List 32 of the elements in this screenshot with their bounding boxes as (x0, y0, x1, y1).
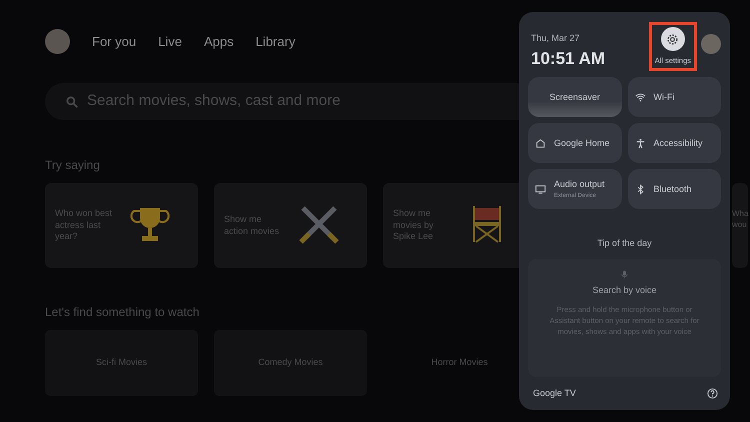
date-text: Thu, Mar 27 (531, 32, 581, 45)
settings-button[interactable] (660, 27, 685, 51)
tv-icon (535, 184, 546, 195)
quick-setting-tile[interactable]: Wi-Fi (628, 77, 721, 118)
tip-heading: Search by voice (591, 284, 658, 297)
section-title: Let's find something to watch (45, 304, 200, 321)
quick-setting-tile[interactable]: Google Home (528, 123, 622, 164)
quick-setting-tile[interactable]: Bluetooth (628, 169, 721, 210)
time-text: 10:51 AM (531, 48, 606, 70)
nav-tab[interactable]: Apps (204, 32, 234, 52)
quick-setting-tile[interactable]: Accessibility (628, 123, 721, 164)
tile-label: Audio output (554, 178, 605, 191)
quick-setting-tile[interactable]: Screensaver (528, 77, 622, 118)
search-placeholder: Search movies, shows, cast and more (87, 91, 340, 112)
nav-tab[interactable]: For you (92, 32, 136, 52)
accessibility-icon (634, 138, 646, 149)
search-icon (65, 94, 79, 108)
category-label: Comedy Movies (258, 356, 323, 370)
section-title: Try saying (45, 157, 100, 174)
brand-text: Google TV (533, 386, 576, 400)
category-label: Sci-fi Movies (96, 356, 147, 370)
home-icon (535, 138, 546, 149)
settings-icon (666, 32, 680, 46)
category-label: Horror Movies (431, 356, 488, 370)
avatar[interactable] (701, 34, 721, 54)
nav-tab[interactable]: Live (158, 32, 182, 52)
wifi-icon (634, 92, 646, 103)
section-title: Tip of the day (596, 237, 653, 250)
microphone-icon (620, 268, 629, 280)
avatar[interactable] (45, 29, 70, 54)
help-icon (707, 388, 718, 399)
nav-tab[interactable]: Library (256, 32, 296, 52)
